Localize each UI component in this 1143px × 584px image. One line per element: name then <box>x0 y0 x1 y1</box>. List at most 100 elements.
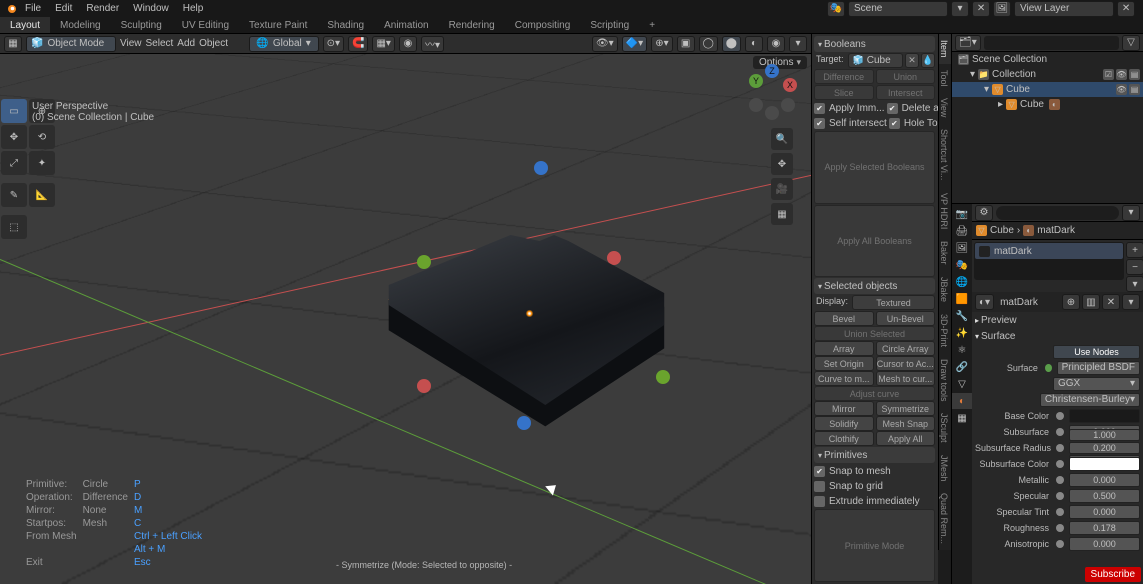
section-booleans-header[interactable]: Booleans <box>814 36 935 52</box>
mat-new-button[interactable]: ▥ <box>1082 294 1100 310</box>
mat-browse-button[interactable]: ◐▾ <box>975 294 994 310</box>
apply-sel-booleans-button[interactable]: Apply Selected Booleans <box>814 131 935 204</box>
slot-specials-button[interactable]: ▾ <box>1126 276 1143 292</box>
target-field[interactable]: 🧊 Cube <box>848 53 903 68</box>
ntab-shortcut-vi-[interactable]: Shortcut Vi... <box>938 123 951 186</box>
outliner-type-icon[interactable]: 🗂▾ <box>955 35 981 51</box>
menu-window[interactable]: Window <box>126 3 176 14</box>
surface-shader-select[interactable]: Principled BSDF <box>1057 361 1140 375</box>
shading-rendered[interactable]: ◉ <box>767 36 785 52</box>
tab-uv[interactable]: UV Editing <box>172 17 239 33</box>
ntab-vp-hdri[interactable]: VP HDRI <box>938 187 951 235</box>
ntab-tool[interactable]: Tool <box>938 64 951 93</box>
mat-Anisotropic-num[interactable]: 0.000 <box>1069 537 1140 551</box>
mat-Specular Tint-num[interactable]: 0.000 <box>1069 505 1140 519</box>
sel-btn[interactable]: Clothify <box>814 431 874 446</box>
sel-btn[interactable]: Mesh Snap <box>876 416 936 431</box>
xray-btn[interactable]: ▣ <box>677 36 695 52</box>
nav-gizmo[interactable]: Y Z X <box>741 62 801 122</box>
tool-measure[interactable]: 📐 <box>29 183 55 207</box>
bool-difference-button[interactable]: Difference <box>814 69 874 84</box>
material-slot[interactable]: matDark <box>975 243 1123 259</box>
chk-extrude-imm[interactable] <box>814 496 825 507</box>
material-slot-list[interactable]: matDark <box>974 242 1124 280</box>
tool-select-box[interactable]: ▭ <box>1 99 27 123</box>
tool-scale[interactable]: ⤢ <box>1 151 27 175</box>
mat-unlink-button[interactable]: ✕ <box>1102 294 1120 310</box>
ntab-quad-rem-[interactable]: Quad Rem... <box>938 487 951 550</box>
nav-persp-icon[interactable]: ▦ <box>771 203 793 225</box>
menu-file[interactable]: File <box>18 3 48 14</box>
ptab-world[interactable]: 🌐 <box>952 274 972 290</box>
proportional-type[interactable]: 〰▾ <box>421 36 444 52</box>
props-search-input[interactable] <box>996 206 1119 220</box>
scene-icon[interactable]: 🎭 <box>827 1 845 17</box>
mat-Subsurface Color-swatch[interactable] <box>1069 457 1140 471</box>
menu-render[interactable]: Render <box>79 3 126 14</box>
sel-btn[interactable]: Bevel <box>814 311 874 326</box>
chk-self-intersect[interactable] <box>814 118 825 129</box>
sel-btn[interactable]: Cursor to Ac... <box>876 356 936 371</box>
ntab-view[interactable]: View <box>938 92 951 123</box>
viewport-3d[interactable]: Options ▾ ▭⊕ ✥⟲ ⤢✦ ✎📐 ⬚ User <box>0 54 811 584</box>
mat-Roughness-num[interactable]: 0.178 <box>1069 521 1140 535</box>
tool-add-prim[interactable]: ⬚ <box>1 215 27 239</box>
shading-matprev[interactable]: ◐ <box>745 36 763 52</box>
mat-Base Color-swatch[interactable] <box>1069 409 1140 423</box>
ptab-physics[interactable]: ⚛ <box>952 342 972 358</box>
tab-layout[interactable]: Layout <box>0 17 50 33</box>
tool-transform[interactable]: ✦ <box>29 151 55 175</box>
ptab-material[interactable]: ◐ <box>952 393 972 409</box>
sel-btn[interactable]: Curve to m... <box>814 371 874 386</box>
primitive-mode-button[interactable]: Primitive Mode <box>814 509 935 582</box>
nav-zoom-icon[interactable]: 🔍 <box>771 128 793 150</box>
viewport-select-menu[interactable]: Select <box>146 38 174 49</box>
distribution-select[interactable]: GGX▾ <box>1053 377 1140 391</box>
shading-wire[interactable]: ◯ <box>699 36 718 52</box>
ntab-jsculpt[interactable]: JSculpt <box>938 407 951 449</box>
use-nodes-button[interactable]: Use Nodes <box>1053 345 1140 359</box>
ntab-jbake[interactable]: JBake <box>938 271 951 308</box>
sel-btn[interactable]: Adjust curve <box>814 386 935 401</box>
subscribe-button[interactable]: Subscribe <box>1085 567 1141 582</box>
ntab-draw-tools[interactable]: Draw tools <box>938 353 951 408</box>
sel-btn[interactable]: Solidify <box>814 416 874 431</box>
snap-target[interactable]: ▦▾ <box>372 36 394 52</box>
scene-name-field[interactable]: Scene <box>848 1 948 17</box>
tab-add[interactable]: + <box>639 17 665 33</box>
shading-opts[interactable]: ▾ <box>789 36 807 52</box>
tab-texpaint[interactable]: Texture Paint <box>239 17 317 33</box>
sel-btn[interactable]: Apply All <box>876 431 936 446</box>
ptab-modifiers[interactable]: 🔧 <box>952 308 972 324</box>
pivot-select[interactable]: ⊙▾ <box>323 36 344 52</box>
outliner-filter-icon[interactable]: ▽ <box>1122 35 1140 51</box>
mat-name-field[interactable]: matDark <box>996 295 1060 310</box>
ntab--d-print[interactable]: 3D-Print <box>938 308 951 353</box>
tab-animation[interactable]: Animation <box>374 17 438 33</box>
ptab-texture[interactable]: ▦ <box>952 410 972 426</box>
tab-scripting[interactable]: Scripting <box>580 17 639 33</box>
slot-remove-button[interactable]: − <box>1126 259 1143 275</box>
gizmo-btn[interactable]: 🔷▾ <box>622 36 647 52</box>
ntab-jmesh[interactable]: JMesh <box>938 449 951 488</box>
target-eyedrop-button[interactable]: 💧 <box>921 53 935 68</box>
viewlayer-icon[interactable]: 🖼 <box>993 1 1011 17</box>
target-clear-button[interactable]: ✕ <box>905 53 919 68</box>
sel-btn[interactable]: Symmetrize <box>876 401 936 416</box>
tab-shading[interactable]: Shading <box>317 17 374 33</box>
menu-edit[interactable]: Edit <box>48 3 79 14</box>
tool-move[interactable]: ✥ <box>1 125 27 149</box>
section-primitives-header[interactable]: Primitives <box>814 447 935 463</box>
section-selected-header[interactable]: Selected objects <box>814 278 935 294</box>
axis-handle[interactable] <box>534 161 548 175</box>
ptab-constraints[interactable]: 🔗 <box>952 359 972 375</box>
sel-btn[interactable]: Array <box>814 341 874 356</box>
outliner-search-input[interactable] <box>984 36 1119 50</box>
props-type-icon[interactable]: ⚙ <box>975 205 993 221</box>
outliner-row-collection[interactable]: ▾📁Collection☑👁▤ <box>952 67 1143 82</box>
slot-add-button[interactable]: + <box>1126 242 1143 258</box>
sel-btn[interactable]: Circle Array <box>876 341 936 356</box>
ptab-particles[interactable]: ✨ <box>952 325 972 341</box>
sel-btn[interactable]: Mirror <box>814 401 874 416</box>
menu-help[interactable]: Help <box>176 3 211 14</box>
